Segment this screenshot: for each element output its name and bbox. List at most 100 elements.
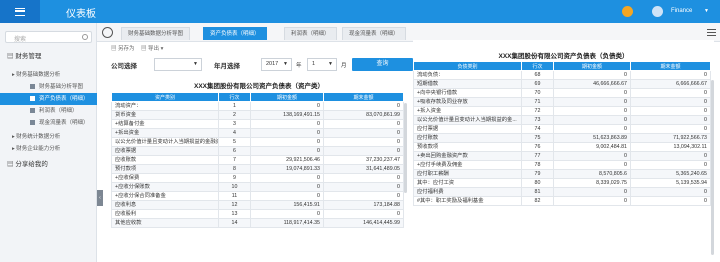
sidebar-item-label: 财务基础数据分析 [16,72,61,78]
sidebar-item[interactable]: 现金流量表（明细） [0,117,97,129]
liability-panel: XXX集团股份有限公司资产负债表（负债类） 负债类别 行次 期初金额 期末金额 流动负债… [413,40,714,262]
year-unit: 年 [296,63,302,69]
sidebar-item-label: 财务企业能力分析 [16,146,61,152]
table-cell: +拆出资金 [111,128,219,138]
table-cell: 8 [218,164,251,174]
table-row: 应收利息 12 156,415.91 173,184.88 [111,200,404,210]
sidebar-collapse-handle[interactable]: ‹ [97,190,103,206]
tab[interactable]: 利润表（明细） [284,27,337,40]
table-cell: 74 [521,124,554,134]
table-cell: 应收账款 [111,155,219,165]
notification-icon[interactable] [622,6,633,17]
company-select[interactable]: ▼ [154,58,202,71]
table-cell: 3 [218,119,251,129]
user-name[interactable]: Finance [671,8,692,14]
table-row: #其中：职工奖励及福利基金 82 0 0 [413,196,711,206]
sidebar-item[interactable]: ▸ 财务统计数据分析 [0,131,97,143]
table-cell: 82 [521,196,554,206]
table-row: +拆入资金 72 0 0 [413,106,711,116]
table-cell: 0 [553,124,631,134]
table-cell: 78 [521,160,554,170]
table-cell: 其他应收款 [111,218,219,228]
table-row: 应收账款 7 29,921,506.46 37,230,237.47 [111,155,404,165]
table-cell: 83,070,861.99 [323,110,404,120]
table-row: +结算备付金 3 0 0 [111,119,404,129]
tab-menu-icon[interactable] [707,29,716,36]
tab[interactable]: 资产负债表（明细） [203,27,267,40]
table-cell: 其中：应付工资 [413,178,522,188]
table-cell: 0 [250,128,324,138]
column-header[interactable]: 期初金额 [250,92,324,102]
table-cell: 0 [630,196,711,206]
home-icon[interactable] [102,27,113,38]
table-cell: 0 [250,137,324,147]
chevron-down-icon[interactable]: ▼ [704,8,709,14]
year-select[interactable]: 2017 ▼ [261,58,292,71]
sidebar-item-label: 财务管理 [15,53,42,60]
table-cell: 流动负债： [413,70,522,80]
table-cell: 8,339,029.75 [553,178,631,188]
report-icon [30,108,35,114]
column-header[interactable]: 行次 [218,92,251,102]
sidebar-item[interactable]: ▤ 分享给我的 [0,159,97,171]
menu-toggle-button[interactable] [0,0,40,23]
table-cell: 0 [250,173,324,183]
table-row: 预收款项 76 9,002,484.81 13,094,302.11 [413,142,711,152]
table-cell: 7 [218,155,251,165]
table-cell: 以公允价值计量且变动计入当期损益的金融资... [111,137,219,147]
tab[interactable]: 现金流量表（明细） [342,27,406,40]
column-header[interactable]: 期初金额 [553,61,631,71]
save-as-label: 另存为 [118,46,135,52]
table-cell: +吸收存款及同业存放 [413,97,522,107]
table-cell: 0 [630,88,711,98]
liability-table: 负债类别 行次 期初金额 期末金额 流动负债： 68 0 0 短期借款 69 46,666,666.… [413,61,711,206]
table-cell: 9 [218,173,251,183]
table-cell: 1 [218,101,251,111]
user-avatar-icon[interactable] [652,6,663,17]
table-cell: #其中：职工奖励及福利基金 [413,196,522,206]
sidebar-item[interactable]: 利润表（明细） [0,105,97,117]
search-icon[interactable] [82,34,88,40]
query-button[interactable]: 查询 [352,58,413,71]
table-cell: 6 [218,146,251,156]
month-select[interactable]: 1 ▼ [307,58,337,71]
table-cell: 81 [521,187,554,197]
sidebar-item[interactable]: 资产负债表（明细） [0,93,97,105]
column-header[interactable]: 资产类别 [111,92,219,102]
table-cell: 0 [323,209,404,219]
asset-table: 资产类别 行次 期初金额 期末金额 流动资产： 1 0 0 货币资金 2 138,169,491.1… [111,92,404,228]
table-cell: 0 [630,151,711,161]
sidebar-item[interactable]: ▸ 财务企业能力分析 [0,143,97,155]
column-header[interactable]: 期末金额 [323,92,404,102]
table-cell: 0 [553,187,631,197]
table-cell: 0 [323,191,404,201]
search-input[interactable]: 搜索 [5,31,92,43]
scrollbar[interactable] [711,80,714,255]
table-cell: 0 [553,70,631,80]
table-cell: 75 [521,133,554,143]
column-header[interactable]: 期末金额 [630,61,711,71]
table-cell: 以公允价值计量且变动计入当期损益的金... [413,115,522,125]
save-as-button[interactable]: ▤ 另存为 [111,44,135,52]
table-row: 应付福利费 81 0 0 [413,187,711,197]
export-label: 导出 [148,46,160,52]
tab[interactable]: 财务基础数据分析导图 [121,27,191,40]
sidebar-item[interactable]: ▤ 财务管理 [0,51,97,63]
sidebar-item[interactable]: ▸ 财务基础数据分析 [0,69,97,81]
table-row: 货币资金 2 138,169,491.15 83,070,861.99 [111,110,404,120]
column-header[interactable]: 负债类别 [413,61,522,71]
table-row: 应付票据 74 0 0 [413,124,711,134]
sidebar-item-label: 资产负债表（明细） [39,96,89,102]
table-cell: +卖出回购金融资产款 [413,151,522,161]
scrollbar[interactable] [404,103,407,193]
table-cell: 146,414,445.99 [323,218,404,228]
table-cell: 货币资金 [111,110,219,120]
asset-table-title: XXX集团股份有限公司资产负债表（资产类） [193,83,324,90]
sidebar-item[interactable]: 财务基础分析导图 [0,81,97,93]
table-cell: 应付票据 [413,124,522,134]
table-row: 预付款项 8 19,074,891.33 31,641,489.05 [111,164,404,174]
table-cell: 0 [630,97,711,107]
export-button[interactable]: ▤ 导出 ▾ [141,44,163,52]
column-header[interactable]: 行次 [521,61,554,71]
table-row: 其他应收款 14 118,917,414.35 146,414,445.99 [111,218,404,228]
